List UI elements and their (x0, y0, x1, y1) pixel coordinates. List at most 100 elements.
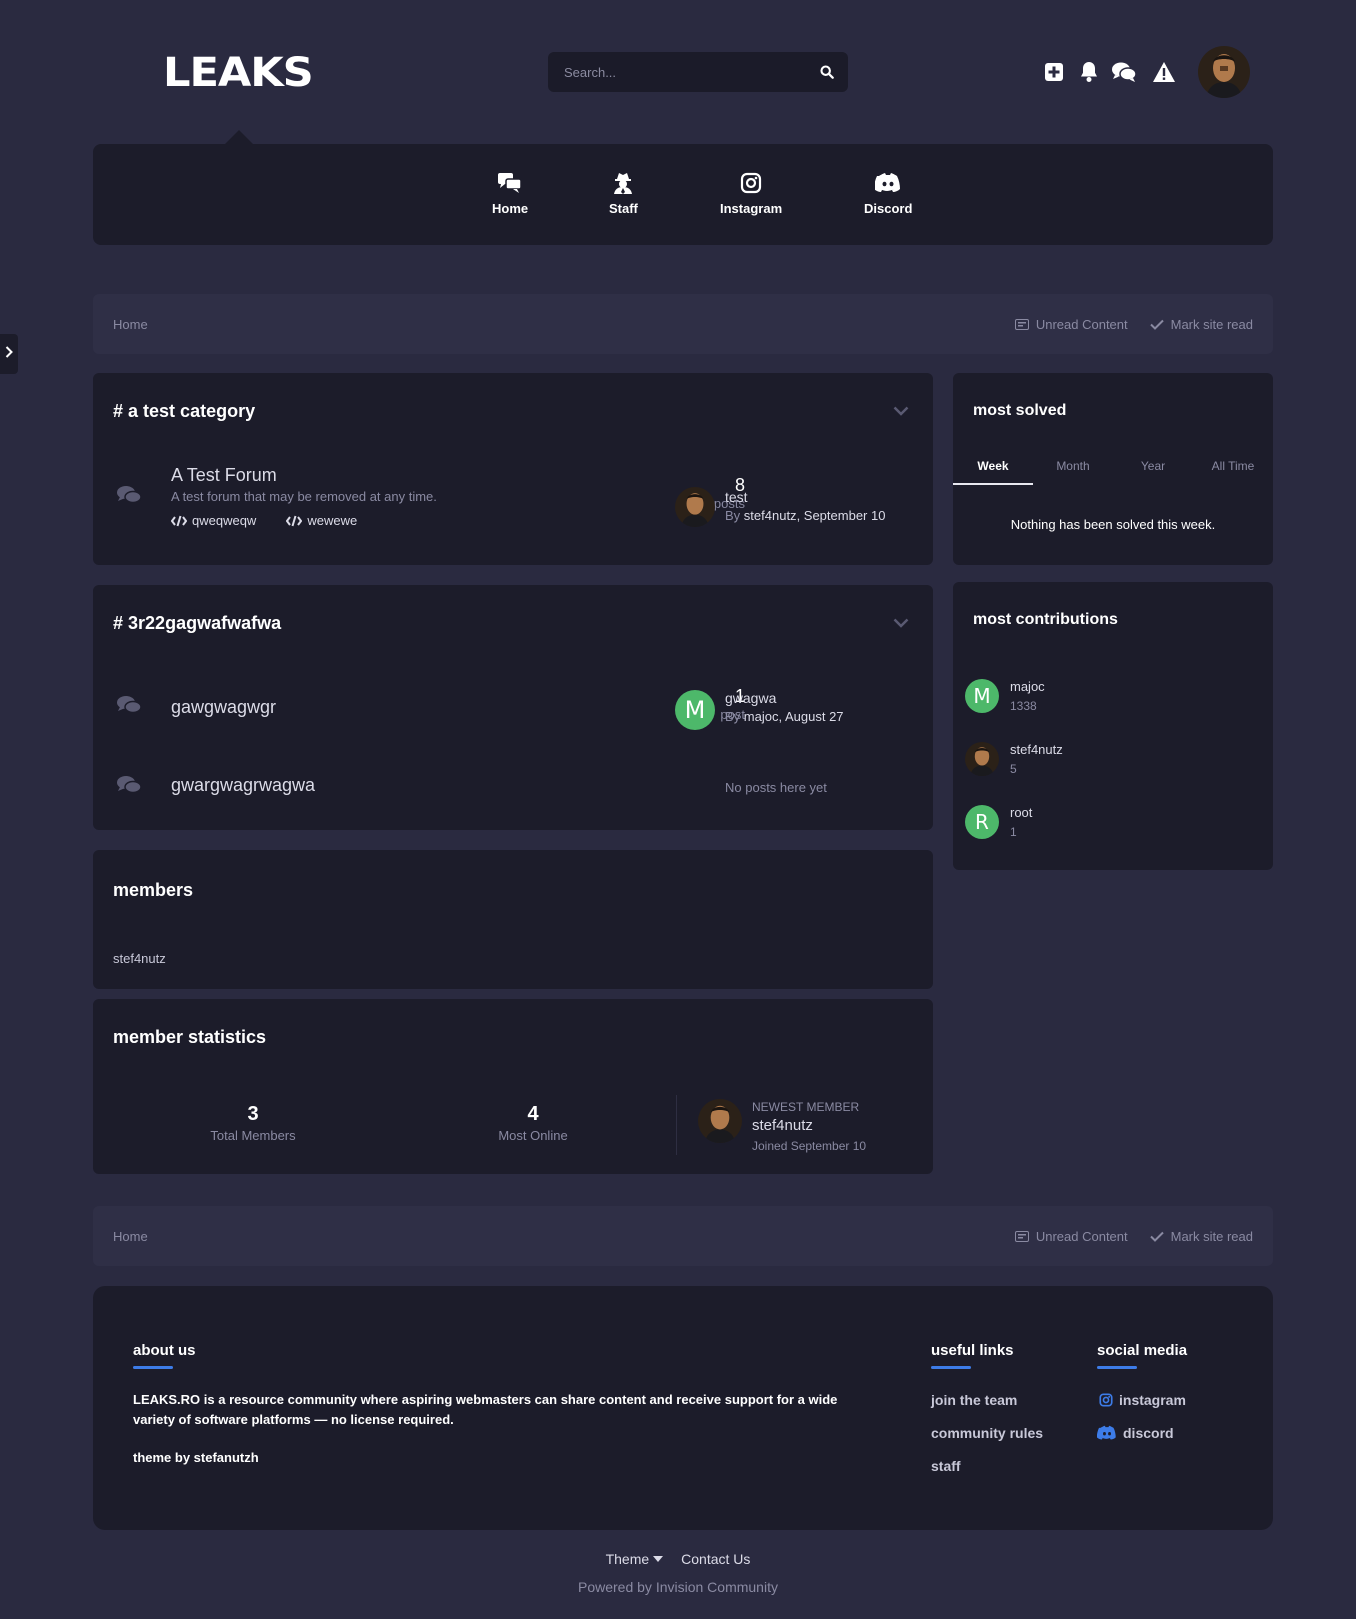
warning-icon[interactable] (1150, 58, 1178, 86)
mark-site-read-link[interactable]: Mark site read (1149, 1228, 1253, 1244)
user-avatar[interactable] (1198, 46, 1250, 98)
tab-all-time[interactable]: All Time (1193, 447, 1273, 485)
most-online-value: 4 (527, 1103, 539, 1125)
last-post-date: , August 27 (778, 709, 844, 724)
tab-year[interactable]: Year (1113, 447, 1193, 485)
instagram-label: instagram (1119, 1392, 1186, 1408)
site-logo[interactable]: LEAKS (163, 50, 314, 96)
contact-us-link[interactable]: Contact Us (681, 1551, 750, 1567)
category-title[interactable]: # a test category (113, 401, 255, 422)
category-title-text: a test category (128, 401, 256, 421)
forum-title[interactable]: gawgwagwgr (171, 697, 276, 718)
last-post-date: , September 10 (796, 508, 886, 523)
member-link[interactable]: stef4nutz (113, 951, 166, 966)
contributor-row: R root 1 (965, 805, 1265, 845)
chevron-right-icon (5, 345, 13, 363)
about-us-underline (133, 1366, 173, 1369)
breadcrumb-bar-bottom: Home Unread Content Mark site read (93, 1206, 1273, 1266)
most-solved-title: most solved (973, 402, 1067, 419)
member-statistics-title: member statistics (113, 1027, 267, 1047)
total-members-stat: 3 Total Members (163, 1103, 343, 1143)
last-post-user[interactable]: stef4nutz (744, 508, 797, 523)
mark-site-read-label: Mark site read (1170, 316, 1253, 332)
nav-home[interactable]: Home (492, 172, 528, 216)
last-post-title[interactable]: test (725, 489, 748, 505)
breadcrumb-home[interactable]: Home (113, 1229, 148, 1244)
last-poster-avatar[interactable]: M (675, 690, 715, 730)
tab-week[interactable]: Week (953, 447, 1033, 485)
bell-icon[interactable] (1075, 58, 1103, 86)
mark-site-read-link[interactable]: Mark site read (1149, 316, 1253, 332)
user-secret-icon (612, 172, 634, 197)
code-icon (171, 515, 187, 526)
contributor-name[interactable]: stef4nutz (1010, 742, 1063, 757)
nav-staff-label: Staff (609, 201, 638, 216)
category-title-text: 3r22gagwafwafwa (128, 613, 282, 633)
chevron-down-icon[interactable] (893, 615, 909, 633)
nav-pointer (224, 130, 254, 145)
chevron-down-icon[interactable] (893, 403, 909, 421)
create-plus-icon[interactable] (1040, 58, 1068, 86)
contributor-row: stef4nutz 5 (965, 742, 1265, 782)
messages-icon[interactable] (1110, 58, 1138, 86)
footer-link-community-rules[interactable]: community rules (931, 1425, 1043, 1441)
footer-social-discord[interactable]: discord (1097, 1425, 1174, 1441)
tab-month[interactable]: Month (1033, 447, 1113, 485)
social-media-title: social media (1097, 1342, 1188, 1359)
contributor-name[interactable]: majoc (1010, 679, 1045, 694)
unread-content-link[interactable]: Unread Content (1014, 317, 1128, 332)
members-title: members (113, 880, 194, 900)
theme-credit: theme by stefanutzh (133, 1450, 259, 1465)
members-card: members stef4nutz (93, 850, 933, 989)
contributor-avatar[interactable]: M (965, 679, 999, 713)
last-post-meta: By stef4nutz, September 10 (725, 508, 885, 523)
nav-discord-label: Discord (864, 201, 913, 216)
contributor-count: 1 (1010, 825, 1017, 839)
footer-link-staff[interactable]: staff (931, 1458, 961, 1474)
nav-staff[interactable]: Staff (609, 172, 638, 216)
forum-row: gawgwagwgr 1 post M gwagwa By majoc, Aug… (93, 675, 933, 745)
hash-icon: # (113, 401, 124, 421)
search-input[interactable] (564, 64, 820, 80)
forum-title[interactable]: gwargwagrwagwa (171, 775, 315, 796)
last-post-user[interactable]: majoc (744, 709, 779, 724)
nav-discord[interactable]: Discord (864, 172, 912, 216)
subforum-link[interactable]: wewewe (286, 513, 357, 528)
most-solved-card: most solved Week Month Year All Time Not… (953, 373, 1273, 565)
last-poster-avatar[interactable] (675, 487, 715, 527)
hash-icon: # (113, 613, 124, 633)
check-icon (1149, 319, 1164, 330)
forum-comments-icon (116, 695, 142, 720)
contributor-avatar[interactable] (965, 742, 999, 776)
bottom-links: Theme Contact Us (0, 1551, 1356, 1567)
footer-card: about us LEAKS.RO is a resource communit… (93, 1286, 1273, 1530)
mark-site-read-label: Mark site read (1170, 1228, 1253, 1244)
newest-member-label: NEWEST MEMBER (752, 1100, 860, 1114)
powered-by[interactable]: Powered by Invision Community (0, 1579, 1356, 1595)
forum-description: A test forum that may be removed at any … (171, 489, 437, 504)
search-icon[interactable] (820, 65, 834, 79)
caret-down-icon (653, 1556, 664, 1562)
contributor-avatar[interactable]: R (965, 805, 999, 839)
sidebar-toggle[interactable] (0, 334, 18, 374)
stats-divider (676, 1095, 677, 1155)
unread-content-link[interactable]: Unread Content (1014, 1228, 1128, 1244)
nav-instagram[interactable]: Instagram (720, 172, 782, 216)
search-bar (548, 52, 848, 92)
footer-social-instagram[interactable]: instagram (1099, 1392, 1186, 1408)
unread-content-label: Unread Content (1035, 1228, 1128, 1244)
last-post-title[interactable]: gwagwa (725, 690, 776, 706)
footer-link-join-team[interactable]: join the team (931, 1392, 1017, 1408)
category-title[interactable]: # 3r22gagwafwafwa (113, 613, 281, 634)
newest-member-avatar[interactable] (698, 1099, 742, 1143)
useful-links-title: useful links (931, 1342, 1014, 1359)
contributor-name[interactable]: root (1010, 805, 1032, 820)
newest-member-name[interactable]: stef4nutz (752, 1117, 813, 1134)
unread-icon (1014, 1230, 1029, 1242)
theme-selector[interactable]: Theme (606, 1551, 664, 1567)
discord-label: discord (1123, 1425, 1174, 1441)
forum-title[interactable]: A Test Forum (171, 465, 277, 486)
subforum-link[interactable]: qweqweqw (171, 513, 256, 528)
breadcrumb-bar-top: Home Unread Content Mark site read (93, 294, 1273, 354)
breadcrumb-home[interactable]: Home (113, 317, 148, 332)
